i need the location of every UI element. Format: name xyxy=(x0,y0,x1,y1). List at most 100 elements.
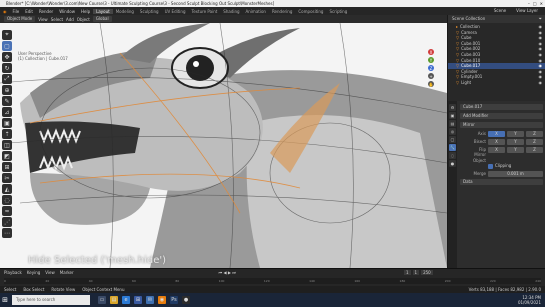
pan-icon[interactable]: ✋ xyxy=(428,81,434,87)
output-tab-icon[interactable]: ▤ xyxy=(449,120,456,127)
window-controls: – □ ✕ xyxy=(528,0,543,7)
add-modifier-button[interactable]: Add Modifier xyxy=(460,113,543,119)
move-icon[interactable]: ✥ xyxy=(2,52,12,62)
viewport-menu-object[interactable]: Object xyxy=(77,17,90,22)
axis-toggle-button[interactable]: Z xyxy=(526,139,543,145)
tool-tab-icon[interactable]: ⚙ xyxy=(449,104,456,111)
play-controls-icon[interactable]: ⏮ ◀ ▶ ⏭ xyxy=(219,269,236,276)
loopcut-icon[interactable]: ⊞ xyxy=(2,162,12,172)
add-cube-icon[interactable]: ▣ xyxy=(2,118,12,128)
blender-logo-icon[interactable]: ◉ xyxy=(0,9,10,14)
navigation-gizmo[interactable]: X Y Z + ✋ xyxy=(418,49,444,87)
scene-selector[interactable]: Scene xyxy=(491,7,509,15)
workspace-tab-shading[interactable]: Shading xyxy=(220,9,242,14)
axis-toggle-button[interactable]: X xyxy=(488,139,505,145)
material-tab-icon[interactable]: ● xyxy=(449,160,456,167)
system-tray-clock[interactable]: 12:34 PM 01/09/2021 xyxy=(518,295,541,305)
axis-toggle-button[interactable]: X xyxy=(488,131,505,137)
store-icon[interactable]: ⊞ xyxy=(134,296,142,304)
viewport-menu-add[interactable]: Add xyxy=(66,17,74,22)
workspace-tab-scripting[interactable]: Scripting xyxy=(326,9,350,14)
inset-icon[interactable]: ◫ xyxy=(2,140,12,150)
object-tab-icon[interactable]: ▢ xyxy=(449,136,456,143)
workspace-tab-modeling[interactable]: Modeling xyxy=(113,9,137,14)
rip-icon[interactable]: ⋯ xyxy=(2,228,12,238)
timeline-menu-marker[interactable]: Marker xyxy=(60,269,74,276)
mail-icon[interactable]: ✉ xyxy=(146,296,154,304)
visibility-eye-icon[interactable]: ◉ xyxy=(539,80,543,86)
timeline-menu-keying[interactable]: Keying xyxy=(27,269,40,276)
annotate-icon[interactable]: ✎ xyxy=(2,96,12,106)
select-icon[interactable]: ▢ xyxy=(2,41,12,51)
timeline-tick-label: 140 xyxy=(309,279,315,283)
menu-window[interactable]: Window xyxy=(56,9,78,14)
render-tab-icon[interactable]: ▣ xyxy=(449,112,456,119)
filter-icon[interactable]: ⏷ xyxy=(539,15,542,23)
menu-help[interactable]: Help xyxy=(78,9,93,14)
timeline-menu-view[interactable]: View xyxy=(45,269,55,276)
workspace-tab-uv-editing[interactable]: UV Editing xyxy=(162,9,189,14)
z-axis-icon[interactable]: Z xyxy=(428,65,434,71)
timeline-menu-playback[interactable]: Playback xyxy=(4,269,22,276)
extrude-icon[interactable]: ⇡ xyxy=(2,129,12,139)
smooth-icon[interactable]: ≈ xyxy=(2,206,12,216)
file-explorer-icon[interactable]: ▤ xyxy=(110,296,118,304)
axis-toggle-button[interactable]: Y xyxy=(507,147,524,153)
viewport-menu-view[interactable]: View xyxy=(38,17,48,22)
photoshop-icon[interactable]: Ps xyxy=(170,296,178,304)
modifier-name-field[interactable]: Mirror xyxy=(460,122,543,128)
cursor-icon[interactable]: ⌖ xyxy=(2,30,12,40)
x-axis-icon[interactable]: X xyxy=(428,49,434,55)
maximize-icon[interactable]: □ xyxy=(533,0,537,7)
obs-icon[interactable]: ● xyxy=(182,296,190,304)
merge-value-field[interactable]: 0.001 m xyxy=(488,171,543,177)
scale-icon[interactable]: ⤢ xyxy=(2,74,12,84)
axis-toggle-button[interactable]: Y xyxy=(507,139,524,145)
modifier-tab-icon[interactable]: 🔧 xyxy=(449,144,456,151)
edge-icon[interactable]: e xyxy=(122,296,130,304)
workspace-tab-texture-paint[interactable]: Texture Paint xyxy=(188,9,220,14)
axis-toggle-button[interactable]: Z xyxy=(526,131,543,137)
view-layer-selector[interactable]: View Layer xyxy=(513,7,541,15)
3d-viewport[interactable]: User Perspective (1) Collection | Cube.0… xyxy=(0,23,447,268)
workspace-tab-compositing[interactable]: Compositing xyxy=(295,9,326,14)
current-frame-field[interactable]: 1 xyxy=(404,270,411,275)
menu-file[interactable]: File xyxy=(10,9,23,14)
knife-icon[interactable]: ✂ xyxy=(2,173,12,183)
blender-icon[interactable]: ◉ xyxy=(158,296,166,304)
rotate-icon[interactable]: ↻ xyxy=(2,63,12,73)
measure-icon[interactable]: ⊿ xyxy=(2,107,12,117)
axis-toggle-button[interactable]: X xyxy=(488,147,505,153)
object-name-field[interactable]: Cube.017 xyxy=(460,104,543,110)
end-frame-field[interactable]: 250 xyxy=(421,270,433,275)
workspace-tab-layout[interactable]: Layout xyxy=(93,8,113,14)
shear-icon[interactable]: ⋰ xyxy=(2,217,12,227)
workspace-tab-sculpting[interactable]: Sculpting xyxy=(137,9,162,14)
mode-dropdown[interactable]: Object Mode xyxy=(4,16,36,22)
bevel-icon[interactable]: ◩ xyxy=(2,151,12,161)
menu-render[interactable]: Render xyxy=(36,9,56,14)
close-icon[interactable]: ✕ xyxy=(540,0,543,7)
transform-icon[interactable]: ⊕ xyxy=(2,85,12,95)
clipping-checkbox[interactable] xyxy=(488,163,493,169)
viewport-menu-select[interactable]: Select xyxy=(51,17,63,22)
axis-toggle-button[interactable]: Z xyxy=(526,147,543,153)
spin-icon[interactable]: ◌ xyxy=(2,195,12,205)
minimize-icon[interactable]: – xyxy=(528,0,530,7)
workspace-tab-animation[interactable]: Animation xyxy=(243,9,269,14)
physics-tab-icon[interactable]: ◌ xyxy=(449,152,456,159)
taskbar-search-input[interactable]: Type here to search xyxy=(12,295,90,305)
windows-start-icon[interactable]: ⊞ xyxy=(0,293,10,307)
polybuild-icon[interactable]: ◭ xyxy=(2,184,12,194)
start-frame-field[interactable]: 1 xyxy=(412,270,420,275)
workspace-tab-rendering[interactable]: Rendering xyxy=(269,9,295,14)
data-section-header[interactable]: Data xyxy=(460,179,543,185)
task-view-icon[interactable]: ▭ xyxy=(98,296,106,304)
y-axis-icon[interactable]: Y xyxy=(428,57,434,63)
scene-tab-icon[interactable]: ◎ xyxy=(449,128,456,135)
zoom-icon[interactable]: + xyxy=(428,73,434,79)
outliner-row[interactable]: ▽ Light ◉ xyxy=(448,80,545,86)
menu-edit[interactable]: Edit xyxy=(22,9,36,14)
axis-toggle-button[interactable]: Y xyxy=(507,131,524,137)
orientation-dropdown[interactable]: Global xyxy=(92,16,112,22)
